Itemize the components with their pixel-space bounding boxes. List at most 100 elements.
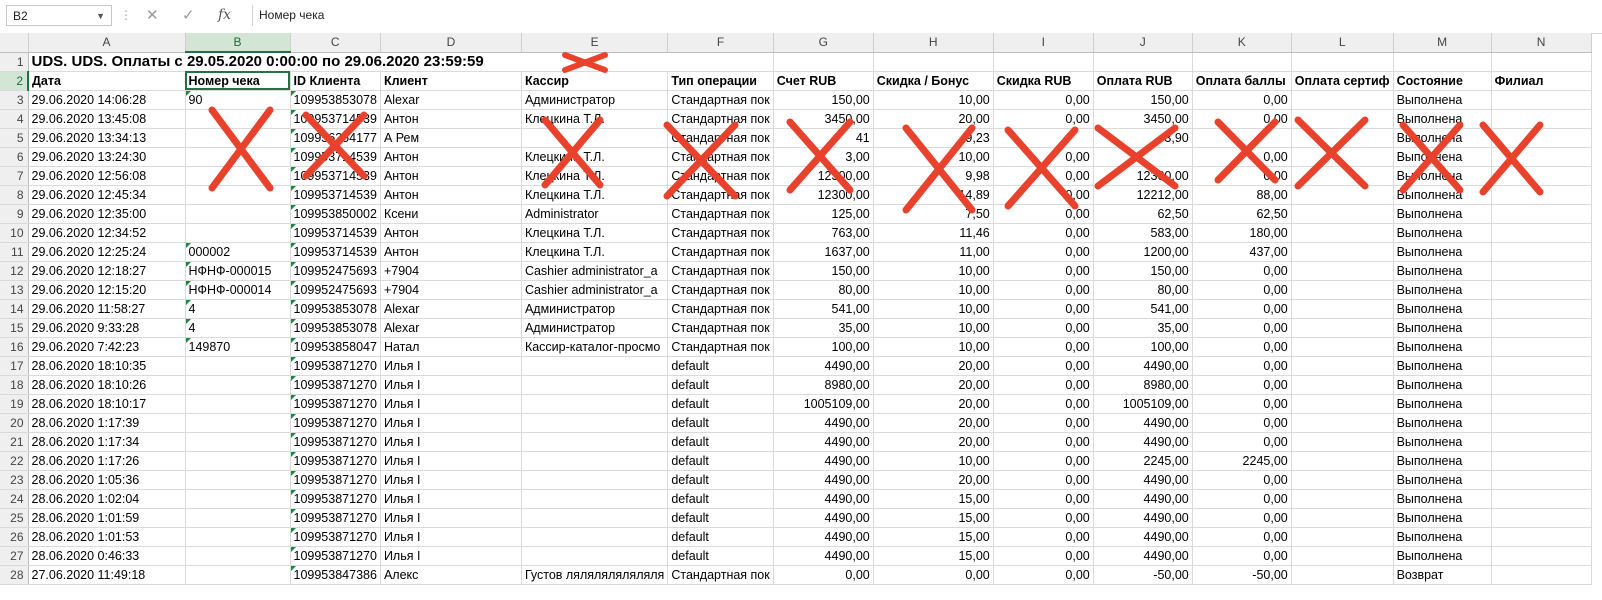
row-header-14[interactable]: 14: [0, 299, 29, 319]
cell[interactable]: [993, 128, 1094, 148]
cell[interactable]: Антон: [380, 147, 522, 167]
cell[interactable]: [1291, 451, 1394, 471]
cell[interactable]: 0,00: [1192, 527, 1292, 547]
cell[interactable]: [1291, 52, 1394, 72]
row-header-2[interactable]: 2: [0, 71, 29, 91]
cell[interactable]: Выполнена: [1393, 261, 1492, 281]
cell[interactable]: 0,00: [873, 565, 994, 585]
cell[interactable]: [1291, 508, 1394, 528]
cell[interactable]: Выполнена: [1393, 109, 1492, 129]
cell[interactable]: Выполнена: [1393, 451, 1492, 471]
cell[interactable]: [1291, 147, 1394, 167]
cell[interactable]: [521, 432, 669, 452]
cell[interactable]: 0,00: [993, 261, 1094, 281]
cell[interactable]: Стандартная пок: [667, 128, 774, 148]
cell[interactable]: 180,00: [1192, 223, 1292, 243]
cell[interactable]: [1291, 109, 1394, 129]
chevron-down-icon[interactable]: ▼: [96, 6, 105, 27]
cell[interactable]: [1491, 508, 1592, 528]
header-cell[interactable]: Скидка / Бонус: [873, 71, 994, 91]
cell[interactable]: НФНФ-000015: [185, 261, 291, 281]
cell[interactable]: 3,00: [773, 147, 874, 167]
cell[interactable]: Стандартная пок: [667, 280, 774, 300]
cell[interactable]: Администратор: [521, 299, 669, 319]
cell[interactable]: 0,00: [993, 489, 1094, 509]
row-header-12[interactable]: 12: [0, 261, 29, 281]
cell[interactable]: Выполнена: [1393, 375, 1492, 395]
cell[interactable]: 90: [185, 90, 291, 110]
report-title[interactable]: UDS. UDS. Оплаты с 29.05.2020 0:00:00 по…: [28, 52, 774, 72]
cell[interactable]: 9,23: [873, 128, 994, 148]
cell[interactable]: 28.06.2020 1:17:34: [28, 432, 186, 452]
cell[interactable]: 000002: [185, 242, 291, 262]
cell[interactable]: [1491, 318, 1592, 338]
cell[interactable]: [1291, 565, 1394, 585]
cell[interactable]: 0,00: [1192, 432, 1292, 452]
cell[interactable]: Администратор: [521, 90, 669, 110]
formula-input[interactable]: Номер чека: [252, 5, 1598, 26]
cell[interactable]: [1491, 299, 1592, 319]
cell[interactable]: 0,00: [773, 565, 874, 585]
row-header-8[interactable]: 8: [0, 185, 29, 205]
cell[interactable]: [521, 356, 669, 376]
cell[interactable]: Алекс: [380, 565, 522, 585]
cell[interactable]: 15,00: [873, 489, 994, 509]
cell[interactable]: +7904: [380, 261, 522, 281]
cell[interactable]: 109953871270: [290, 394, 381, 414]
cell[interactable]: [1491, 375, 1592, 395]
cell[interactable]: [1192, 52, 1292, 72]
cancel-icon[interactable]: ✕: [146, 5, 159, 26]
cell[interactable]: 0,00: [993, 394, 1094, 414]
cell[interactable]: Антон: [380, 185, 522, 205]
cell[interactable]: 12300,00: [773, 166, 874, 186]
cell[interactable]: 0,00: [993, 204, 1094, 224]
cell[interactable]: 15,00: [873, 527, 994, 547]
cell[interactable]: Антон: [380, 109, 522, 129]
cell[interactable]: [1491, 546, 1592, 566]
cell[interactable]: [521, 527, 669, 547]
header-cell[interactable]: Филиал: [1491, 71, 1592, 91]
cell[interactable]: 28.06.2020 1:17:26: [28, 451, 186, 471]
cell[interactable]: 80,00: [773, 280, 874, 300]
cell[interactable]: 0,00: [1192, 299, 1292, 319]
cell[interactable]: Выполнена: [1393, 337, 1492, 357]
cell[interactable]: [521, 375, 669, 395]
cell[interactable]: [1491, 147, 1592, 167]
cell[interactable]: 100,00: [773, 337, 874, 357]
cell[interactable]: 4: [185, 318, 291, 338]
cell[interactable]: 15,00: [873, 546, 994, 566]
cell[interactable]: 9,98: [873, 166, 994, 186]
header-cell[interactable]: Оплата баллы: [1192, 71, 1292, 91]
header-cell[interactable]: ID Клиента: [290, 71, 381, 91]
cell[interactable]: Выполнена: [1393, 128, 1492, 148]
cell[interactable]: [185, 128, 291, 148]
cell[interactable]: 109953871270: [290, 527, 381, 547]
cell[interactable]: 28.06.2020 1:17:39: [28, 413, 186, 433]
column-header-m[interactable]: M: [1393, 33, 1492, 53]
cell[interactable]: Выполнена: [1393, 166, 1492, 186]
cell[interactable]: [1291, 90, 1394, 110]
cell[interactable]: Alexar: [380, 318, 522, 338]
cell[interactable]: [1291, 413, 1394, 433]
cell[interactable]: 4490,00: [1093, 546, 1193, 566]
cell[interactable]: [185, 356, 291, 376]
cell[interactable]: [1491, 52, 1592, 72]
cell[interactable]: [1491, 394, 1592, 414]
cell[interactable]: Антон: [380, 223, 522, 243]
column-header-f[interactable]: F: [667, 33, 774, 53]
row-header-19[interactable]: 19: [0, 394, 29, 414]
cell[interactable]: 0,00: [993, 451, 1094, 471]
cell[interactable]: Выполнена: [1393, 223, 1492, 243]
cell[interactable]: 109953871270: [290, 451, 381, 471]
cell[interactable]: Илья I: [380, 451, 522, 471]
cell[interactable]: 7,50: [873, 204, 994, 224]
cell[interactable]: [1291, 185, 1394, 205]
cell[interactable]: 12300,00: [773, 185, 874, 205]
cell[interactable]: 29.06.2020 9:33:28: [28, 318, 186, 338]
header-cell[interactable]: Оплата сертиф: [1291, 71, 1394, 91]
cell[interactable]: Стандартная пок: [667, 185, 774, 205]
row-header-20[interactable]: 20: [0, 413, 29, 433]
cell[interactable]: Густов ляляляляляляля: [521, 565, 669, 585]
cell[interactable]: [1291, 432, 1394, 452]
cell[interactable]: Илья I: [380, 432, 522, 452]
